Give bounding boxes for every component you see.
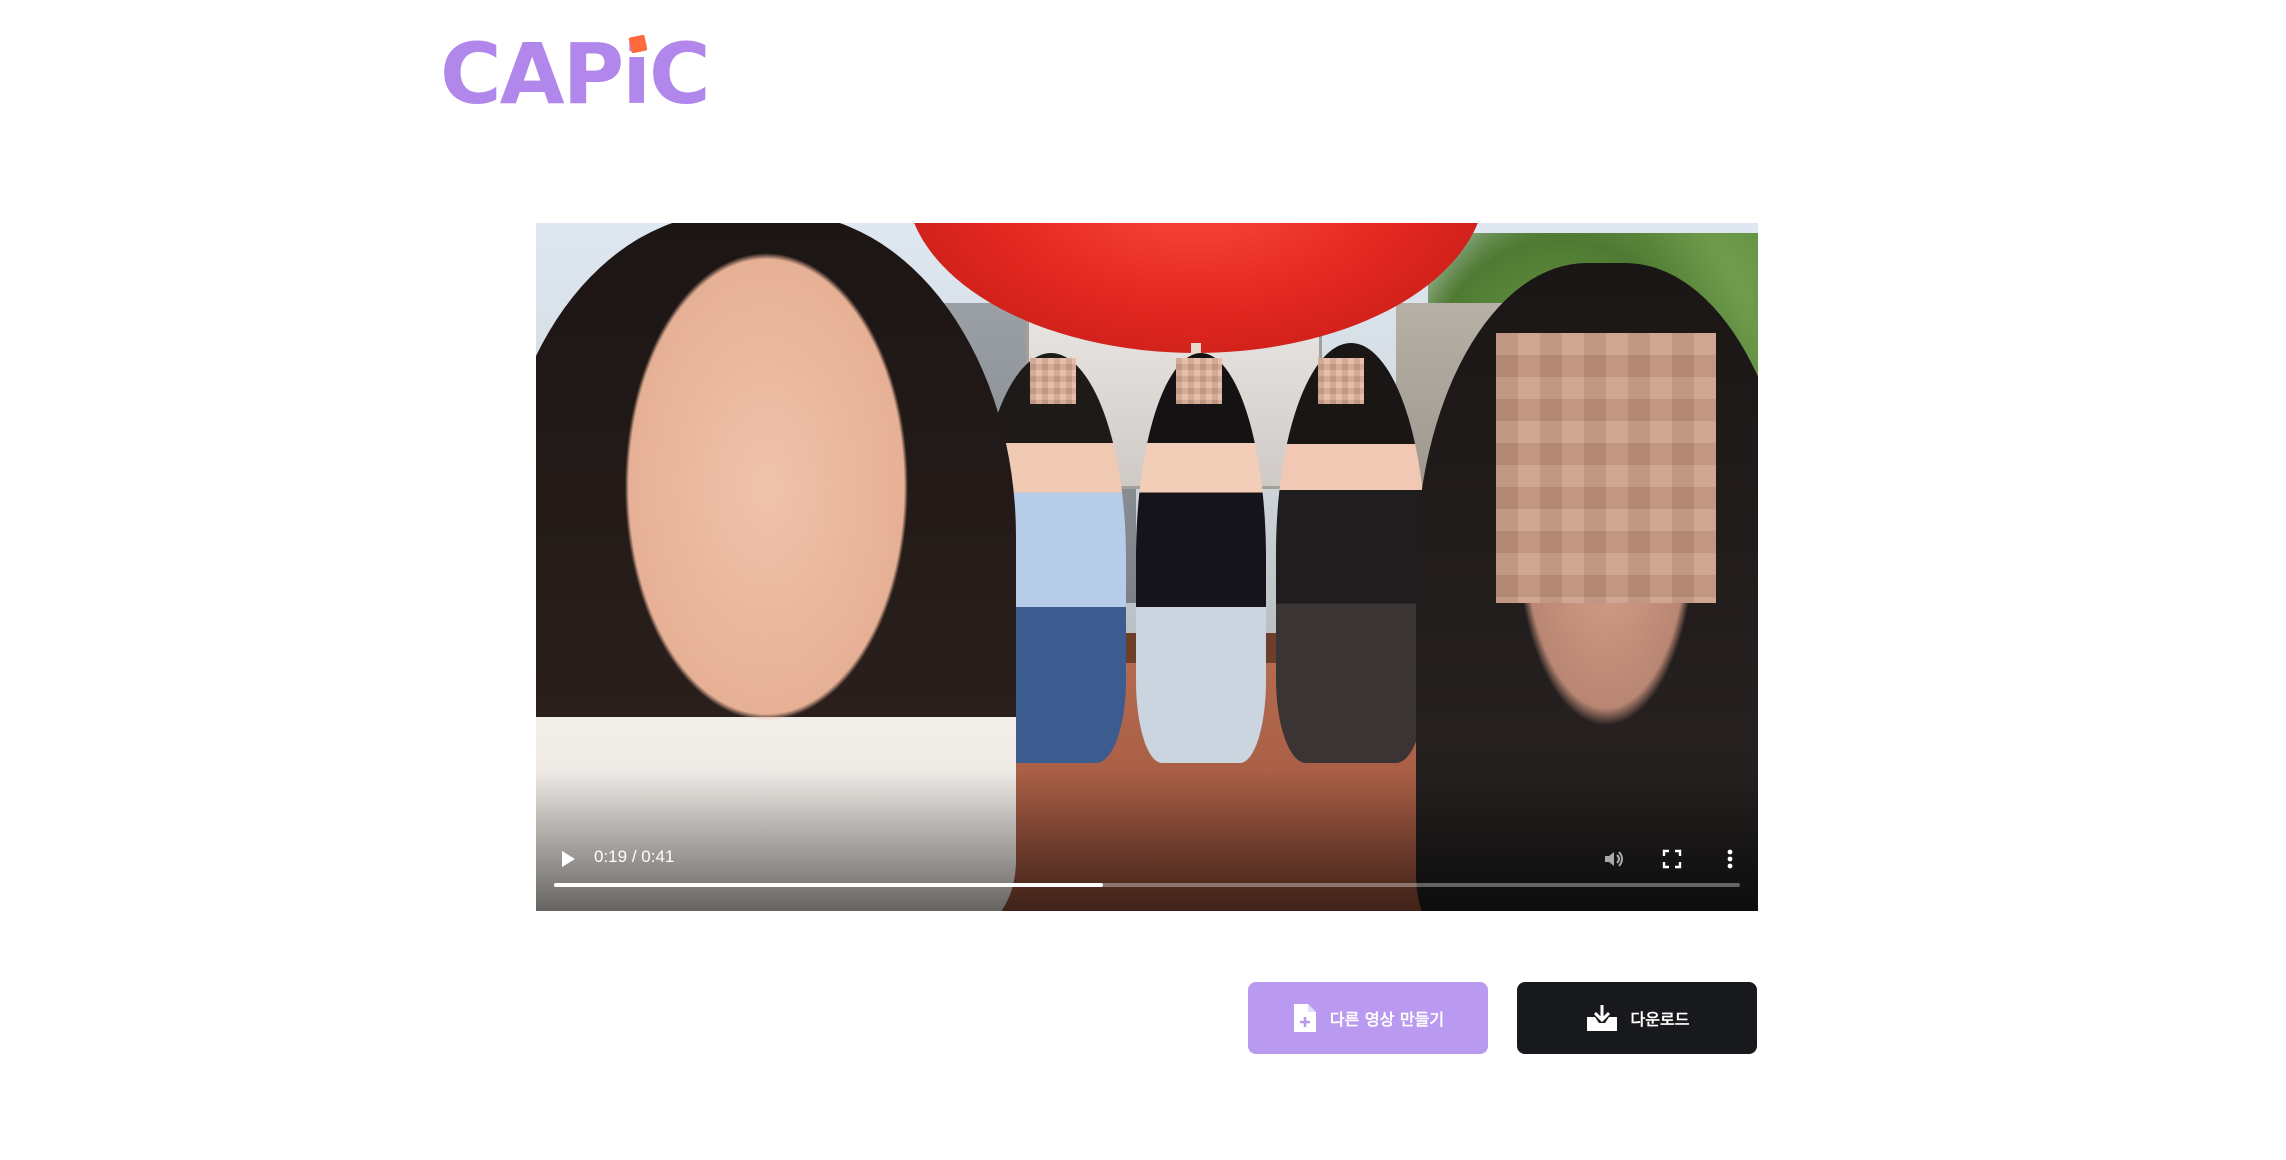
- current-time: 0:19: [594, 847, 628, 866]
- logo-text-before: CAP: [440, 25, 624, 123]
- play-icon[interactable]: [554, 845, 582, 873]
- time-display: 0:19 / 0:41: [594, 847, 674, 867]
- logo-i-wrap: i: [622, 32, 651, 116]
- video-face-blur: [1176, 358, 1222, 404]
- time-separator: /: [631, 847, 637, 866]
- controls-overlay: [536, 771, 1758, 911]
- volume-icon[interactable]: [1600, 845, 1628, 873]
- logo-text-after: C: [649, 25, 711, 123]
- make-another-video-button[interactable]: 다른 영상 만들기: [1248, 982, 1488, 1054]
- duration: 0:41: [641, 847, 675, 866]
- download-button[interactable]: 다운로드: [1517, 982, 1757, 1054]
- more-vertical-icon[interactable]: [1716, 845, 1744, 873]
- page: CAPi C 0:19 / 0:41 다른 영상 만들기 다운로드: [0, 0, 2286, 1160]
- video-person: [1276, 343, 1426, 763]
- file-plus-icon: [1292, 1002, 1318, 1034]
- fullscreen-icon[interactable]: [1658, 845, 1686, 873]
- video-face-pixelation: [1496, 333, 1716, 603]
- download-icon: [1585, 1003, 1619, 1033]
- video-player[interactable]: 0:19 / 0:41: [536, 223, 1758, 911]
- video-face-blur: [1030, 358, 1076, 404]
- make-another-video-label: 다른 영상 만들기: [1329, 1010, 1445, 1029]
- download-label: 다운로드: [1630, 1010, 1690, 1029]
- progress-fill: [554, 883, 1104, 887]
- logo-dot-icon: [628, 34, 648, 54]
- capic-logo[interactable]: CAPi C: [440, 32, 711, 116]
- video-person: [1136, 353, 1266, 763]
- progress-bar[interactable]: [554, 883, 1740, 887]
- video-face-blur: [1318, 358, 1364, 404]
